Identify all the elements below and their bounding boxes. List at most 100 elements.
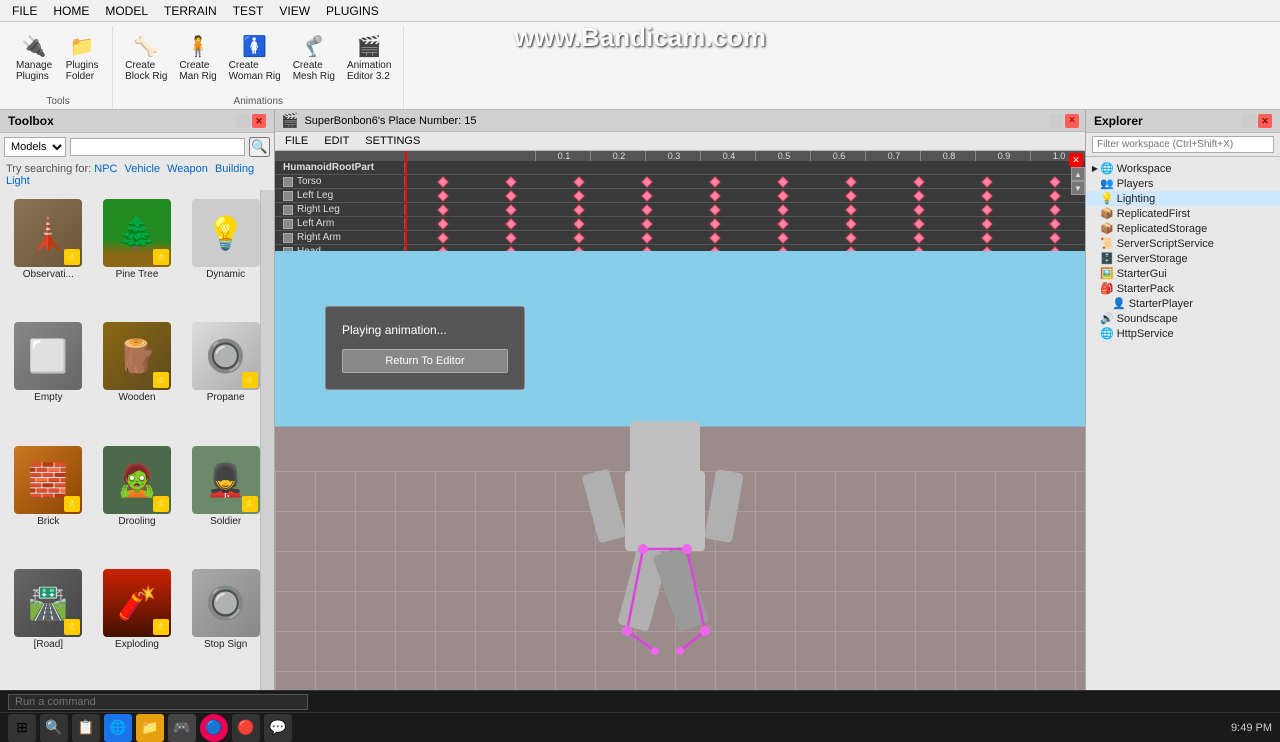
toolbox-close-button[interactable]: ✕ <box>252 114 266 128</box>
anim-close-button[interactable]: ✕ <box>1065 114 1079 128</box>
app1-icon[interactable]: 🔵 <box>200 714 228 742</box>
keyframe[interactable] <box>981 176 992 187</box>
keyframe[interactable] <box>573 176 584 187</box>
start-button[interactable]: ⊞ <box>8 714 36 742</box>
keyframe[interactable] <box>641 204 652 215</box>
explorer-minimize-button[interactable] <box>1242 114 1256 128</box>
tree-item-server-script-service[interactable]: 📜ServerScriptService <box>1086 236 1280 251</box>
menu-item-file[interactable]: FILE <box>4 2 45 20</box>
track-checkbox-2[interactable] <box>283 205 293 215</box>
keyframe[interactable] <box>913 232 924 243</box>
tag-building[interactable]: Building <box>215 163 254 175</box>
create-mesh-rig-button[interactable]: 🦿 CreateMesh Rig <box>289 30 339 84</box>
keyframe[interactable] <box>573 204 584 215</box>
viewport[interactable]: Playing animation... Return To Editor <box>275 251 1085 690</box>
create-man-rig-button[interactable]: 🧍 CreateMan Rig <box>175 30 220 84</box>
menu-item-home[interactable]: HOME <box>45 2 97 20</box>
keyframe[interactable] <box>505 176 516 187</box>
keyframe[interactable] <box>505 204 516 215</box>
keyframe[interactable] <box>1049 176 1060 187</box>
anim-file-menu[interactable]: FILE <box>281 134 312 148</box>
keyframe[interactable] <box>913 190 924 201</box>
toolbox-item-exploding[interactable]: 🧨⭐Exploding <box>95 565 180 684</box>
toolbox-item-stopsign[interactable]: 🔘Stop Sign <box>183 565 268 684</box>
keyframe[interactable] <box>437 218 448 229</box>
keyframe[interactable] <box>845 190 856 201</box>
game-icon[interactable]: 🎮 <box>168 714 196 742</box>
tree-item-http-service[interactable]: 🌐HttpService <box>1086 326 1280 341</box>
keyframe[interactable] <box>981 190 992 201</box>
app3-icon[interactable]: 💬 <box>264 714 292 742</box>
tree-item-starter-pack[interactable]: 🎒StarterPack <box>1086 281 1280 296</box>
keyframe[interactable] <box>845 204 856 215</box>
app2-icon[interactable]: 🔴 <box>232 714 260 742</box>
keyframe[interactable] <box>709 204 720 215</box>
keyframe[interactable] <box>437 176 448 187</box>
keyframe[interactable] <box>845 232 856 243</box>
toolbox-item-brick[interactable]: 🧱⭐Brick <box>6 442 91 561</box>
keyframe[interactable] <box>505 190 516 201</box>
keyframe[interactable] <box>777 204 788 215</box>
keyframe[interactable] <box>437 190 448 201</box>
timeline-scroll-up[interactable]: ▲ <box>1071 167 1085 181</box>
explorer-icon[interactable]: 📁 <box>136 714 164 742</box>
browser-icon[interactable]: 🌐 <box>104 714 132 742</box>
toolbox-item-road[interactable]: 🛣️⭐[Road] <box>6 565 91 684</box>
anim-edit-menu[interactable]: EDIT <box>320 134 353 148</box>
toolbox-item-propane[interactable]: 🔘⭐Propane <box>183 318 268 437</box>
keyframe[interactable] <box>437 204 448 215</box>
search-button[interactable]: 🔍 <box>40 714 68 742</box>
toolbox-item-watchtower[interactable]: 🗼⭐Observati... <box>6 195 91 314</box>
tree-item-soundscape[interactable]: 🔊Soundscape <box>1086 311 1280 326</box>
animation-editor-button[interactable]: 🎬 AnimationEditor 3.2 <box>343 30 395 84</box>
explorer-search-input[interactable] <box>1092 136 1274 153</box>
track-checkbox-1[interactable] <box>283 191 293 201</box>
explorer-close-button[interactable]: ✕ <box>1258 114 1272 128</box>
toolbox-item-pinetree[interactable]: 🌲⭐Pine Tree <box>95 195 180 314</box>
tree-arrow-workspace[interactable]: ▶ <box>1090 164 1100 174</box>
track-row-root[interactable]: HumanoidRootPart <box>275 161 1085 175</box>
toolbox-item-dynamic[interactable]: 💡Dynamic <box>183 195 268 314</box>
keyframe[interactable] <box>709 176 720 187</box>
keyframe[interactable] <box>981 204 992 215</box>
keyframe[interactable] <box>573 218 584 229</box>
plugins-folder-button[interactable]: 📁 PluginsFolder <box>60 30 104 84</box>
keyframe[interactable] <box>777 232 788 243</box>
timeline-scroll-down[interactable]: ▼ <box>1071 181 1085 195</box>
keyframe[interactable] <box>437 232 448 243</box>
keyframe[interactable] <box>641 218 652 229</box>
track-row-torso[interactable]: Torso <box>275 175 1085 189</box>
toolbox-item-wooden[interactable]: 🪵⭐Wooden <box>95 318 180 437</box>
return-to-editor-button[interactable]: Return To Editor <box>342 349 508 373</box>
keyframe[interactable] <box>913 204 924 215</box>
tag-vehicle[interactable]: Vehicle <box>125 163 160 175</box>
toolbox-item-empty[interactable]: ⬜Empty <box>6 318 91 437</box>
track-checkbox-3[interactable] <box>283 219 293 229</box>
keyframe[interactable] <box>641 176 652 187</box>
timeline-playhead[interactable] <box>405 151 407 251</box>
track-row-left-leg[interactable]: Left Leg <box>275 189 1085 203</box>
tree-item-workspace[interactable]: ▶🌐Workspace <box>1086 161 1280 176</box>
menu-item-terrain[interactable]: TERRAIN <box>156 2 225 20</box>
tree-item-starter-player[interactable]: 👤StarterPlayer <box>1086 296 1280 311</box>
menu-item-view[interactable]: VIEW <box>271 2 318 20</box>
keyframe[interactable] <box>981 232 992 243</box>
toolbox-search-button[interactable]: 🔍 <box>249 137 270 157</box>
keyframe[interactable] <box>1049 204 1060 215</box>
toolbox-item-drooling[interactable]: 🧟⭐Drooling <box>95 442 180 561</box>
toolbox-scrollbar[interactable] <box>260 190 274 690</box>
track-row-right-arm[interactable]: Right Arm <box>275 231 1085 245</box>
tag-npc[interactable]: NPC <box>94 163 117 175</box>
keyframe[interactable] <box>913 176 924 187</box>
anim-minimize-button[interactable] <box>1049 114 1063 128</box>
task-view-button[interactable]: 📋 <box>72 714 100 742</box>
anim-settings-menu[interactable]: SETTINGS <box>361 134 424 148</box>
keyframe[interactable] <box>777 190 788 201</box>
keyframe[interactable] <box>505 218 516 229</box>
track-checkbox-0[interactable] <box>283 177 293 187</box>
command-input[interactable] <box>8 694 308 710</box>
keyframe[interactable] <box>981 218 992 229</box>
track-row-right-leg[interactable]: Right Leg <box>275 203 1085 217</box>
keyframe[interactable] <box>777 218 788 229</box>
manage-plugins-button[interactable]: 🔌 ManagePlugins <box>12 30 56 84</box>
